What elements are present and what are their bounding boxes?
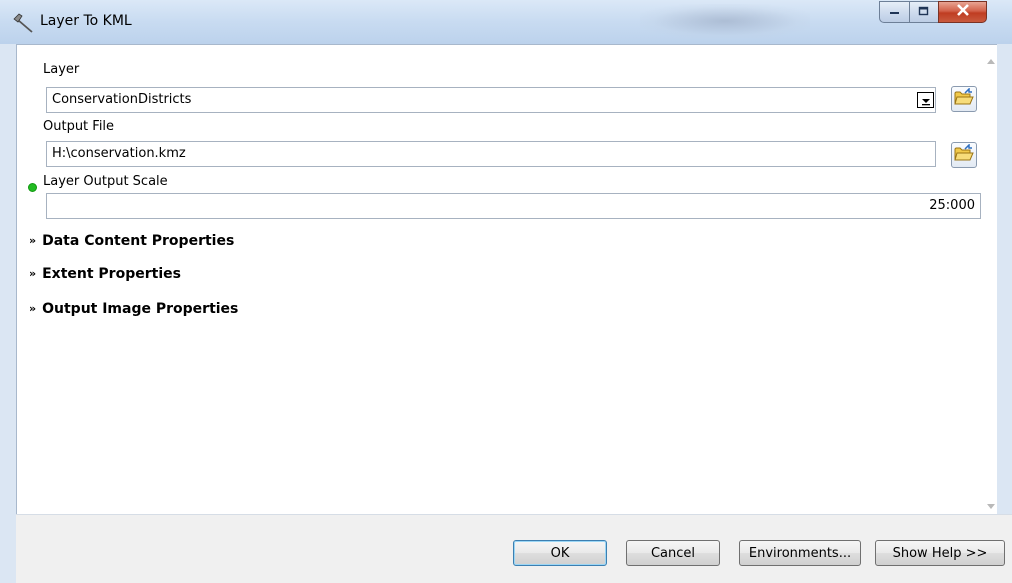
environments-button[interactable]: Environments... (739, 540, 861, 566)
minimize-icon (889, 5, 901, 20)
show-help-button[interactable]: Show Help >> (875, 540, 1005, 566)
cancel-button[interactable]: Cancel (626, 540, 720, 566)
double-chevron-down-icon: » (29, 267, 37, 280)
minimize-button[interactable] (879, 1, 909, 23)
layer-label: Layer (43, 62, 80, 77)
section-output-image-properties[interactable]: » Output Image Properties (29, 301, 238, 317)
layer-combo-value: ConservationDistricts (52, 92, 192, 107)
scroll-up-icon[interactable] (987, 59, 995, 64)
hammer-icon (12, 12, 34, 34)
output-file-input[interactable]: H:\conservation.kmz (46, 141, 936, 167)
section-label: Data Content Properties (42, 233, 235, 249)
section-extent-properties[interactable]: » Extent Properties (29, 266, 181, 282)
double-chevron-down-icon: » (29, 302, 37, 315)
double-chevron-down-icon: » (29, 234, 37, 247)
tool-parameters-panel: Layer ConservationDistricts Output File … (16, 44, 997, 515)
output-scale-value: 25:000 (929, 198, 975, 213)
dialog-button-bar: OK Cancel Environments... Show Help >> (16, 514, 1012, 583)
section-label: Output Image Properties (42, 301, 239, 317)
close-button[interactable] (938, 1, 987, 23)
open-folder-icon (954, 143, 974, 166)
output-file-value: H:\conservation.kmz (52, 146, 186, 161)
vertical-scrollbar[interactable] (984, 45, 997, 515)
close-icon (956, 4, 970, 20)
dropdown-arrow-icon[interactable] (917, 92, 934, 108)
maximize-button[interactable] (909, 1, 938, 23)
maximize-icon (918, 5, 930, 20)
window-title: Layer To KML (40, 13, 132, 29)
title-bar[interactable]: Layer To KML (0, 0, 1012, 44)
background-window-blur (640, 4, 810, 38)
required-indicator-icon (28, 183, 37, 192)
output-file-label: Output File (43, 119, 115, 134)
open-folder-icon (954, 87, 974, 110)
section-label: Extent Properties (42, 266, 181, 282)
ok-button[interactable]: OK (513, 540, 607, 566)
output-file-browse-button[interactable] (951, 142, 977, 168)
caption-buttons (879, 1, 987, 23)
output-scale-input[interactable]: 25:000 (46, 193, 981, 219)
layer-combo[interactable]: ConservationDistricts (46, 87, 936, 113)
layer-browse-button[interactable] (951, 86, 977, 112)
scroll-down-icon[interactable] (987, 504, 995, 509)
section-data-content-properties[interactable]: » Data Content Properties (29, 233, 234, 249)
output-scale-label: Layer Output Scale (43, 174, 168, 189)
